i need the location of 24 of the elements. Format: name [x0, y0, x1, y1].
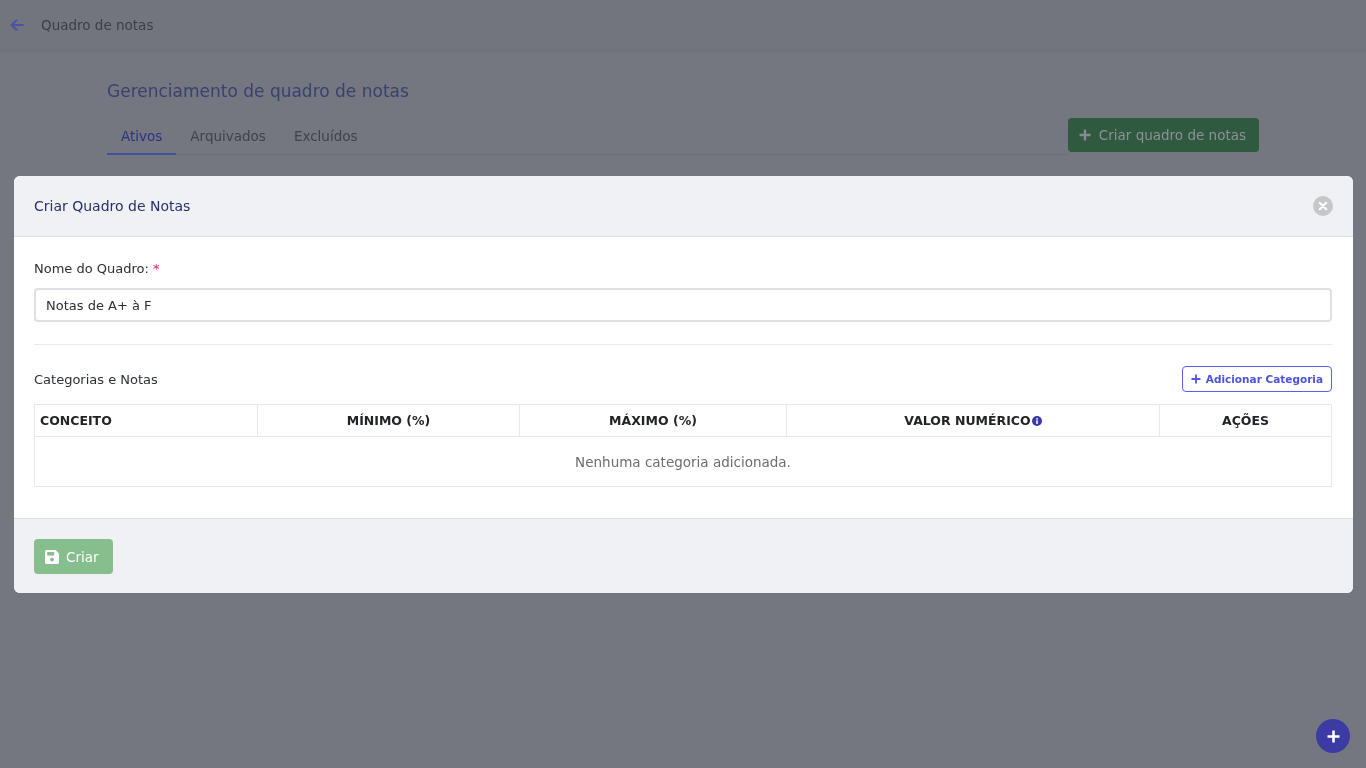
page-heading: Gerenciamento de quadro de notas: [107, 80, 409, 103]
column-header: AÇÕES: [1160, 405, 1331, 437]
close-icon: [1313, 196, 1333, 216]
required-mark: *: [152, 261, 160, 276]
field-label: Nome do Quadro:: [34, 261, 149, 276]
column-header: MÁXIMO (%): [520, 405, 787, 437]
add-floating-button[interactable]: [1316, 719, 1350, 753]
tab[interactable]: Ativos: [107, 118, 177, 155]
column-header: MÍNIMO (%): [258, 405, 520, 437]
add-category-button[interactable]: Adicionar Categoria: [1181, 366, 1332, 392]
create-board-button[interactable]: Criar quadro de notas: [1067, 118, 1259, 152]
section-title: Categorias e Notas: [34, 371, 158, 387]
board-name-input[interactable]: Notas de A+ à F: [34, 288, 1332, 322]
back-arrow-icon: [10, 19, 24, 31]
save-icon: [45, 549, 59, 564]
close-button[interactable]: [1313, 196, 1333, 216]
column-header: CONCEITO: [35, 405, 258, 437]
column-header: VALOR NUMÉRICO: [787, 405, 1160, 437]
back-button[interactable]: [10, 19, 24, 31]
plus-icon: [1190, 374, 1201, 384]
plus-icon: [1078, 129, 1091, 141]
empty-message: Nenhuma categoria adicionada.: [574, 452, 792, 472]
plus-icon: [1326, 729, 1340, 743]
modal-title: Criar Quadro de Notas: [34, 198, 191, 214]
